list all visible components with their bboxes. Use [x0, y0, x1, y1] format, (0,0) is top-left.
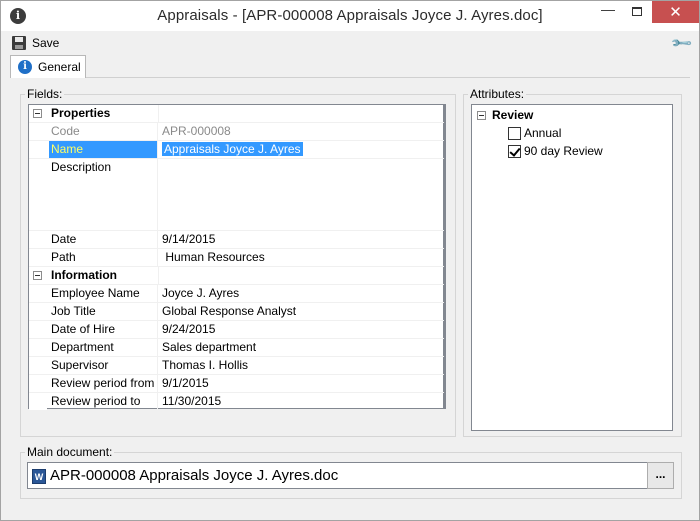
row-gutter [29, 303, 47, 320]
property-row-review-from[interactable]: Review period from 9/1/2015 [29, 375, 444, 393]
row-gutter [29, 123, 47, 140]
row-gutter [29, 159, 47, 230]
property-row-path[interactable]: Path Human Resources [29, 249, 444, 267]
maximize-button[interactable] [622, 1, 654, 23]
row-gutter [29, 321, 47, 338]
row-gutter [29, 357, 47, 374]
fields-group-title: Fields: [25, 87, 65, 101]
appraisal-window: i Appraisals - [APR-000008 Appraisals Jo… [0, 0, 700, 521]
category-properties[interactable]: Properties [29, 105, 444, 123]
property-value[interactable]: Global Response Analyst [159, 303, 444, 320]
title-bar: i Appraisals - [APR-000008 Appraisals Jo… [1, 1, 699, 31]
property-name: Code [49, 123, 158, 140]
attribute-item-annual[interactable]: Annual [508, 124, 561, 142]
save-button[interactable]: Save [12, 34, 59, 52]
property-value[interactable]: 9/1/2015 [159, 375, 444, 392]
toolbar: Save [1, 31, 699, 53]
word-doc-icon: W [32, 469, 46, 484]
collapse-icon[interactable] [33, 109, 42, 118]
property-name: Employee Name [49, 285, 158, 302]
row-gutter [29, 339, 47, 356]
attributes-tree: Review Annual 90 day Review [471, 104, 673, 431]
property-value[interactable]: Human Resources [159, 249, 444, 266]
tree-node-review[interactable]: Review [477, 106, 533, 124]
row-gutter [29, 375, 47, 392]
tab-general[interactable]: i General [10, 55, 86, 78]
property-row-description[interactable]: Description [29, 159, 444, 231]
collapse-icon[interactable] [33, 271, 42, 280]
property-value: APR-000008 [162, 124, 231, 138]
category-value-cell [158, 267, 444, 284]
row-gutter [29, 231, 47, 248]
tab-strip-line [10, 77, 690, 78]
row-gutter [29, 141, 47, 158]
property-value[interactable]: Sales department [159, 339, 444, 356]
category-value-cell [158, 105, 444, 122]
attribute-item-90-day[interactable]: 90 day Review [508, 142, 603, 160]
selected-value-text: Appraisals Joyce J. Ayres [162, 142, 303, 156]
floppy-disk-icon [12, 36, 26, 50]
property-name: Department [49, 339, 158, 356]
property-name: Review period from [49, 375, 158, 392]
main-document-filename: APR-000008 Appraisals Joyce J. Ayres.doc [50, 467, 339, 484]
property-value[interactable]: Thomas I. Hollis [159, 357, 444, 374]
row-gutter [29, 249, 47, 266]
property-name: Date of Hire [49, 321, 158, 338]
close-button[interactable]: ✕ [652, 1, 699, 23]
tree-node-label: Review [492, 108, 534, 122]
annual-checkbox[interactable] [508, 126, 521, 140]
90-day-review-checkbox[interactable] [508, 144, 521, 158]
property-grid: Properties Code APR-000008 Name Appraisa… [28, 104, 446, 411]
property-name: Description [49, 159, 158, 230]
property-value-input[interactable]: Appraisals Joyce J. Ayres [159, 141, 444, 158]
browse-button[interactable]: ... [647, 462, 674, 489]
save-label: Save [32, 36, 60, 50]
tab-general-label: General [38, 60, 81, 74]
maximize-icon [632, 7, 642, 16]
attributes-group-title: Attributes: [468, 87, 527, 101]
property-row-code[interactable]: Code APR-000008 [29, 123, 444, 141]
property-row-date-of-hire[interactable]: Date of Hire 9/24/2015 [29, 321, 444, 339]
property-name: Job Title [49, 303, 158, 320]
property-value[interactable]: Joyce J. Ayres [159, 285, 444, 302]
property-value[interactable]: 11/30/2015 [159, 393, 444, 410]
property-name: Date [49, 231, 158, 248]
attribute-label: Annual [524, 126, 562, 140]
property-row-name[interactable]: Name Appraisals Joyce J. Ayres [29, 141, 444, 159]
category-information[interactable]: Information [29, 267, 444, 285]
main-document-field[interactable]: W APR-000008 Appraisals Joyce J. Ayres.d… [27, 462, 674, 489]
property-row-employee-name[interactable]: Employee Name Joyce J. Ayres [29, 285, 444, 303]
row-gutter [29, 393, 47, 410]
main-document-group-title: Main document: [25, 445, 115, 459]
property-row-department[interactable]: Department Sales department [29, 339, 444, 357]
property-row-date[interactable]: Date 9/14/2015 [29, 231, 444, 249]
property-row-job-title[interactable]: Job Title Global Response Analyst [29, 303, 444, 321]
property-value[interactable]: 9/14/2015 [159, 231, 444, 248]
property-name: Name [49, 141, 158, 158]
row-gutter [29, 285, 47, 302]
property-name: Path [49, 249, 158, 266]
property-name: Supervisor [49, 357, 158, 374]
property-row-review-to[interactable]: Review period to 11/30/2015 [29, 393, 444, 411]
minimize-button[interactable]: — [592, 1, 624, 23]
attribute-label: 90 day Review [524, 144, 603, 158]
property-name: Review period to [49, 393, 158, 410]
property-value[interactable] [159, 159, 444, 230]
property-value[interactable]: 9/24/2015 [159, 321, 444, 338]
property-row-supervisor[interactable]: Supervisor Thomas I. Hollis [29, 357, 444, 375]
info-icon: i [18, 60, 32, 74]
collapse-icon[interactable] [477, 110, 486, 120]
